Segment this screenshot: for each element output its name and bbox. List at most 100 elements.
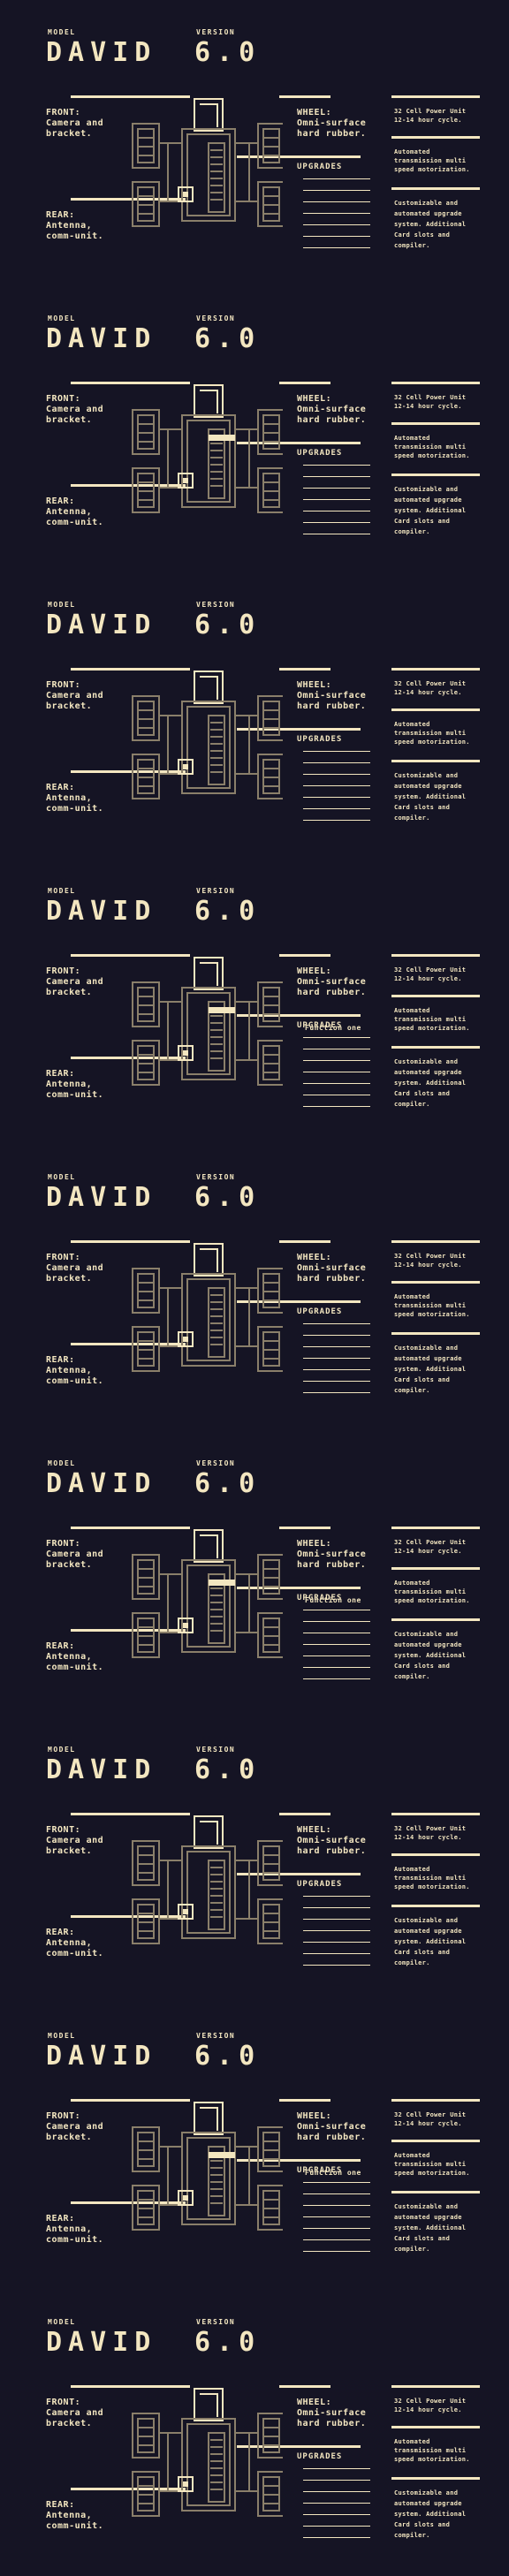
wheel-heading: WHEEL:	[297, 108, 332, 117]
upgrade-slot-line	[303, 797, 370, 798]
wheel-callout-line	[279, 954, 330, 957]
spec-power-line-2: 12-14 hour cycle.	[394, 403, 462, 410]
model-name: DAVID	[46, 2041, 157, 2072]
rear-heading: REAR:	[46, 1069, 75, 1079]
front-detail-line-2: bracket.	[46, 1560, 93, 1570]
spec-divider	[391, 422, 480, 425]
spec-frame-5: MODEL VERSION DAVID 6.0 FRONT: Camera an…	[0, 1145, 509, 1431]
spec-upgrade-line-5: compiler.	[394, 242, 430, 249]
front-detail-line-2: bracket.	[46, 129, 93, 139]
upgrade-slot-line	[303, 2251, 370, 2252]
rear-detail-line-2: comm-unit.	[46, 1663, 104, 1672]
robot-schematic-icon	[132, 2102, 283, 2231]
spec-upgrade-line-4: Card slots and	[394, 1090, 451, 1097]
upgrade-slot-line	[303, 751, 370, 752]
model-name: DAVID	[46, 1182, 157, 1213]
front-detail-line-2: bracket.	[46, 2419, 93, 2428]
wheel-detail-line-2: hard rubber.	[297, 701, 367, 711]
spec-upgrade-line-5: compiler.	[394, 528, 430, 535]
spec-frame-3: MODEL VERSION DAVID 6.0 FRONT: Camera an…	[0, 572, 509, 859]
spec-upgrade-line-2: automated upgrade	[394, 496, 462, 504]
upgrades-heading: UPGRADES	[297, 735, 343, 744]
antenna-light-icon	[183, 192, 188, 197]
front-heading: FRONT:	[46, 1253, 81, 1262]
spec-upgrade-line-1: Customizable and	[394, 1058, 459, 1065]
upgrade-slot-line	[303, 1369, 370, 1370]
highlight-marker	[209, 435, 235, 441]
upgrades-heading: UPGRADES	[297, 1880, 343, 1889]
upgrade-slot-line	[303, 2205, 370, 2206]
robot-schematic-icon	[132, 671, 283, 799]
front-detail-line-2: bracket.	[46, 1846, 93, 1856]
front-detail-line-1: Camera and	[46, 977, 104, 987]
wheel-heading: WHEEL:	[297, 1825, 332, 1835]
version-label: VERSION	[196, 28, 236, 36]
spec-upgrade-line-4: Card slots and	[394, 1663, 451, 1670]
spec-divider	[391, 995, 480, 997]
upgrade-slot-line	[303, 190, 370, 191]
spec-power-line-2: 12-14 hour cycle.	[394, 1834, 462, 1841]
upgrade-slot-line	[303, 1919, 370, 1920]
spec-divider	[391, 1527, 480, 1529]
rear-detail-line-1: Antenna,	[46, 793, 93, 803]
spec-transmission-line-3: speed motorization.	[394, 1311, 470, 1318]
rear-detail-line-2: comm-unit.	[46, 1949, 104, 1959]
model-label: MODEL	[48, 1746, 76, 1754]
spec-upgrade-line-3: system. Additional	[394, 2224, 467, 2231]
spec-divider	[391, 2191, 480, 2193]
version-label: VERSION	[196, 887, 236, 895]
rear-detail-line-1: Antenna,	[46, 1652, 93, 1662]
upgrade-slot-line	[303, 1965, 370, 1966]
upgrade-slot-line	[303, 785, 370, 786]
spec-divider	[391, 95, 480, 98]
wheel-heading: WHEEL:	[297, 394, 332, 404]
model-label: MODEL	[48, 2318, 76, 2326]
rear-detail-line-1: Antenna,	[46, 1080, 93, 1089]
version-number: 6.0	[194, 2327, 262, 2358]
robot-schematic-icon	[132, 1529, 283, 1658]
spec-upgrade-line-5: compiler.	[394, 1101, 430, 1108]
upgrade-slot-line	[303, 808, 370, 809]
spec-upgrade-line-2: automated upgrade	[394, 210, 462, 217]
front-detail-line-2: bracket.	[46, 701, 93, 711]
spec-divider	[391, 136, 480, 139]
model-name: DAVID	[46, 896, 157, 927]
rear-detail-line-1: Antenna,	[46, 1938, 93, 1948]
rear-detail-line-2: comm-unit.	[46, 804, 104, 814]
spec-upgrade-line-5: compiler.	[394, 2532, 430, 2539]
upgrade-slot-line	[303, 1358, 370, 1359]
upgrade-slot-line	[303, 1678, 370, 1679]
animation-frame-stack: MODEL VERSION DAVID 6.0 FRONT: Camera an…	[0, 0, 509, 2576]
wheel-callout-line	[279, 668, 330, 671]
spec-upgrade-line-3: system. Additional	[394, 2511, 467, 2518]
upgrade-slot-line	[303, 762, 370, 763]
model-label: MODEL	[48, 1173, 76, 1181]
front-detail-line-2: bracket.	[46, 2133, 93, 2142]
spec-upgrade-line-3: system. Additional	[394, 1080, 467, 1087]
front-detail-line-2: bracket.	[46, 415, 93, 425]
upgrade-slot-line	[303, 1896, 370, 1897]
rear-detail-line-1: Antenna,	[46, 507, 93, 517]
upgrade-slot-line	[303, 1060, 370, 1061]
rear-detail-line-2: comm-unit.	[46, 1090, 104, 1100]
spec-divider	[391, 1853, 480, 1856]
spec-upgrade-line-5: compiler.	[394, 1959, 430, 1966]
antenna-light-icon	[183, 2481, 188, 2487]
highlight-marker	[209, 1007, 235, 1013]
front-heading: FRONT:	[46, 966, 81, 976]
wheel-heading: WHEEL:	[297, 966, 332, 976]
rear-detail-line-2: comm-unit.	[46, 231, 104, 241]
spec-frame-8: MODEL VERSION DAVID 6.0 FRONT: Camera an…	[0, 2004, 509, 2290]
wheel-heading: WHEEL:	[297, 2398, 332, 2407]
spec-upgrade-line-4: Card slots and	[394, 2521, 451, 2528]
wheel-heading: WHEEL:	[297, 2111, 332, 2121]
front-detail-line-2: bracket.	[46, 988, 93, 997]
spec-upgrade-line-3: system. Additional	[394, 1938, 467, 1945]
front-detail-line-2: bracket.	[46, 1274, 93, 1284]
spec-upgrade-line-1: Customizable and	[394, 2489, 459, 2496]
antenna-light-icon	[183, 1050, 188, 1056]
spec-power-line-2: 12-14 hour cycle.	[394, 2406, 462, 2413]
upgrade-slot-line	[303, 488, 370, 489]
wheel-detail-line-1: Omni-surface	[297, 1263, 367, 1273]
model-label: MODEL	[48, 314, 76, 322]
